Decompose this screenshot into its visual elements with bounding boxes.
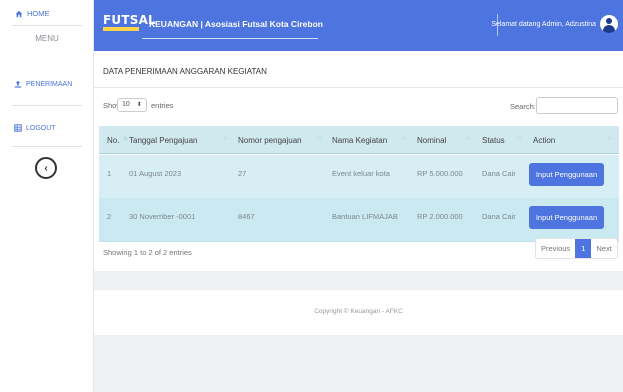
- input-penggunaan-button[interactable]: Input Penggunaan: [529, 206, 604, 229]
- cell-nama: Event keluar kota: [332, 169, 390, 178]
- app-title: KEUANGAN | Asosiasi Futsal Kota Cirebon: [149, 19, 323, 29]
- column-header-status[interactable]: Status: [482, 136, 505, 145]
- topbar: FUTSAL KEUANGAN | Asosiasi Futsal Kota C…: [94, 0, 623, 51]
- entries-label: entries: [151, 101, 174, 110]
- footer: Copyright © Keuangan - AFKC: [94, 290, 623, 335]
- home-icon: [15, 10, 23, 17]
- page-1-button[interactable]: 1: [575, 239, 592, 258]
- cell-status: Dana Cair: [482, 169, 516, 178]
- search-label: Search:: [510, 102, 536, 111]
- sidebar-item-label: LOGOUT: [26, 124, 56, 132]
- sidebar-item-home[interactable]: HOME: [15, 9, 50, 18]
- column-header-nomor[interactable]: Nomor pengajuan: [238, 136, 302, 145]
- column-header-no[interactable]: No.: [107, 136, 119, 145]
- sidebar-item-home-label: HOME: [27, 9, 50, 18]
- sort-icon: ↑↓: [465, 136, 470, 142]
- table-info: Showing 1 to 2 of 2 entries: [103, 248, 192, 257]
- cell-nomor: 8467: [238, 212, 255, 221]
- cell-no: 2: [107, 212, 112, 221]
- column-header-tanggal[interactable]: Tanggal Pengajuan: [129, 136, 198, 145]
- cell-nomor: 27: [238, 169, 247, 178]
- sort-icon: ↑↓: [402, 136, 407, 142]
- upload-icon: [14, 80, 22, 88]
- cell-tanggal: 01 August 2023: [129, 169, 182, 178]
- table-header: No. ↑↓ Tanggal Pengajuan ↑↓ Nomor pengaj…: [99, 126, 619, 154]
- entries-label-wrap: entries: [151, 101, 174, 110]
- welcome-text[interactable]: Selamat datang Admin, Adzustina: [491, 21, 596, 28]
- cell-tanggal: 30 November -0001: [129, 212, 196, 221]
- sidebar-item-logout[interactable]: LOGOUT: [14, 124, 56, 132]
- copyright-text: Copyright © Keuangan - AFKC: [314, 308, 403, 315]
- chevron-left-icon: ‹: [44, 162, 48, 174]
- input-penggunaan-button[interactable]: Input Penggunaan: [529, 163, 604, 186]
- sort-icon: ↑↓: [223, 136, 228, 142]
- card-title: DATA PENERIMAAN ANGGARAN KEGIATAN: [103, 67, 267, 76]
- column-header-nominal[interactable]: Nominal: [417, 136, 446, 145]
- previous-page-button[interactable]: Previous: [536, 239, 575, 258]
- table-row: 1 01 August 2023 27 Event keluar kota RP…: [99, 155, 619, 199]
- search-input[interactable]: [536, 97, 618, 114]
- cell-nominal: RP 2.000.000: [417, 212, 463, 221]
- next-page-button[interactable]: Next: [591, 239, 616, 258]
- cell-no: 1: [107, 169, 112, 178]
- sidebar-divider: [12, 105, 82, 106]
- user-icon: [606, 18, 612, 24]
- column-header-action[interactable]: Action: [533, 136, 555, 145]
- sidebar-menu-heading: MENU: [35, 34, 59, 43]
- chevron-updown-icon: ⬍: [136, 102, 142, 108]
- column-header-nama[interactable]: Nama Kegiatan: [332, 136, 387, 145]
- sort-icon: ↑↓: [317, 136, 322, 142]
- sidebar: HOME MENU PENERIMAAN LOGOUT ‹: [0, 0, 94, 392]
- sort-icon: ↑↓: [607, 136, 612, 142]
- sidebar-divider: [12, 25, 82, 26]
- sidebar-divider: [12, 146, 82, 147]
- sort-icon: ↑↓: [123, 136, 128, 142]
- table-row: 2 30 November -0001 8467 Bantuan LIFMAJA…: [99, 198, 619, 242]
- cell-nominal: RP 5.000.000: [417, 169, 463, 178]
- entries-select[interactable]: 10 ⬍: [117, 98, 147, 112]
- futsal-logo[interactable]: FUTSAL: [103, 13, 156, 33]
- sort-icon: ↑↓: [517, 136, 522, 142]
- sidebar-item-label: PENERIMAAN: [26, 80, 73, 88]
- cell-status: Dana Cair: [482, 212, 516, 221]
- sidebar-toggle-button[interactable]: ‹: [35, 157, 57, 179]
- sidebar-item-penerimaan[interactable]: PENERIMAAN: [14, 80, 72, 88]
- table-icon: [14, 124, 22, 132]
- pagination: Previous 1 Next: [535, 238, 618, 259]
- avatar[interactable]: [600, 15, 618, 33]
- card-divider: [94, 87, 623, 88]
- cell-nama: Bantuan LIFMAJAB: [332, 212, 398, 221]
- title-underline: [142, 38, 318, 39]
